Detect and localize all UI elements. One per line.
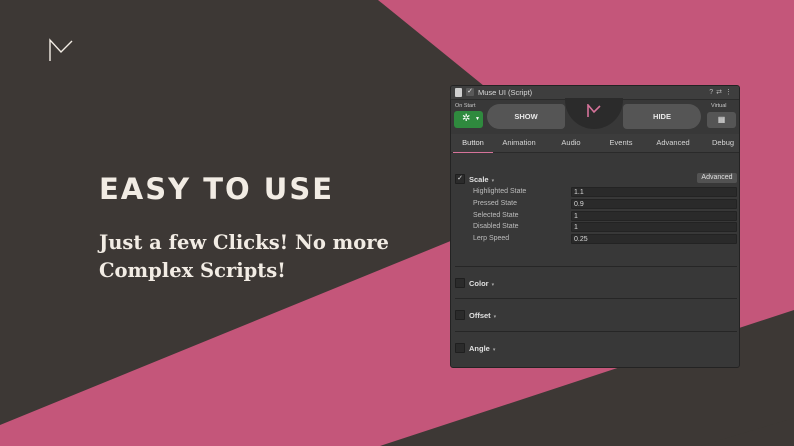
tab-audio[interactable]: Audio bbox=[551, 134, 591, 152]
tab-advanced[interactable]: Advanced bbox=[651, 134, 695, 152]
show-button[interactable]: SHOW bbox=[487, 104, 565, 129]
grid-icon: ▦ bbox=[717, 115, 726, 124]
offset-title: Offset bbox=[469, 311, 491, 320]
color-title: Color bbox=[469, 279, 489, 288]
tab-events[interactable]: Events bbox=[601, 134, 641, 152]
virtual-label: Virtual bbox=[711, 103, 727, 109]
chevron-down-icon: ▾ bbox=[493, 314, 497, 320]
angle-title: Angle bbox=[469, 344, 490, 353]
lerp-speed-label: Lerp Speed bbox=[473, 235, 510, 242]
component-title: Muse UI (Script) bbox=[478, 88, 533, 97]
angle-section-header[interactable]: Angle ▾ bbox=[469, 344, 495, 353]
tab-bar: Button Animation Audio Events Advanced D… bbox=[451, 134, 739, 153]
muse-logo-icon bbox=[49, 38, 73, 61]
offset-section-header[interactable]: Offset ▾ bbox=[469, 311, 496, 320]
script-icon bbox=[455, 88, 462, 97]
header-icons: ?⇄⋮ bbox=[709, 86, 735, 99]
advanced-toggle-button[interactable]: Advanced bbox=[697, 173, 737, 183]
muse-ui-inspector-panel: ✓ Muse UI (Script) ?⇄⋮ On Start ✲ ▼ SHOW… bbox=[450, 85, 740, 368]
more-menu-icon[interactable]: ⋮ bbox=[725, 89, 735, 96]
sparkle-icon: ✲ bbox=[462, 113, 471, 124]
offset-toggle-checkbox[interactable] bbox=[455, 310, 465, 320]
chevron-down-icon: ▾ bbox=[492, 347, 496, 353]
pressed-state-field[interactable]: 0.9 bbox=[571, 199, 737, 209]
virtual-button[interactable]: ▦ bbox=[707, 112, 736, 128]
tab-animation[interactable]: Animation bbox=[497, 134, 541, 152]
headline: EASY TO USE bbox=[99, 172, 335, 206]
selected-state-field[interactable]: 1 bbox=[571, 211, 737, 221]
tab-button[interactable]: Button bbox=[453, 134, 493, 153]
on-start-dropdown[interactable]: ✲ ▼ bbox=[454, 111, 483, 128]
muse-logo-icon bbox=[587, 104, 601, 117]
highlighted-state-label: Highlighted State bbox=[473, 188, 527, 195]
chevron-down-icon: ▾ bbox=[491, 178, 495, 184]
hide-button[interactable]: HIDE bbox=[623, 104, 701, 129]
color-toggle-checkbox[interactable] bbox=[455, 278, 465, 288]
subline: Just a few Clicks! No more Complex Scrip… bbox=[99, 231, 389, 282]
disabled-state-label: Disabled State bbox=[473, 223, 519, 230]
on-start-label: On Start bbox=[455, 103, 476, 109]
chevron-down-icon: ▾ bbox=[491, 282, 495, 288]
pressed-state-label: Pressed State bbox=[473, 200, 517, 207]
scale-title: Scale bbox=[469, 175, 489, 184]
section-divider bbox=[455, 331, 737, 332]
section-divider bbox=[455, 266, 737, 267]
highlighted-state-field[interactable]: 1.1 bbox=[571, 187, 737, 197]
tab-debug[interactable]: Debug bbox=[705, 134, 739, 152]
dark-bottom-corner bbox=[700, 418, 794, 446]
scale-toggle-checkbox[interactable]: ✓ bbox=[455, 174, 465, 184]
angle-toggle-checkbox[interactable] bbox=[455, 343, 465, 353]
color-section-header[interactable]: Color ▾ bbox=[469, 279, 494, 288]
center-logo-badge bbox=[565, 98, 623, 129]
lerp-speed-field[interactable]: 0.25 bbox=[571, 234, 737, 244]
disabled-state-field[interactable]: 1 bbox=[571, 222, 737, 232]
chevron-down-icon: ▼ bbox=[475, 116, 480, 122]
scale-section-header[interactable]: Scale ▾ bbox=[469, 175, 494, 184]
preset-icon[interactable]: ⇄ bbox=[716, 89, 725, 96]
component-enable-checkbox[interactable]: ✓ bbox=[466, 88, 474, 96]
section-divider bbox=[455, 298, 737, 299]
selected-state-label: Selected State bbox=[473, 212, 519, 219]
